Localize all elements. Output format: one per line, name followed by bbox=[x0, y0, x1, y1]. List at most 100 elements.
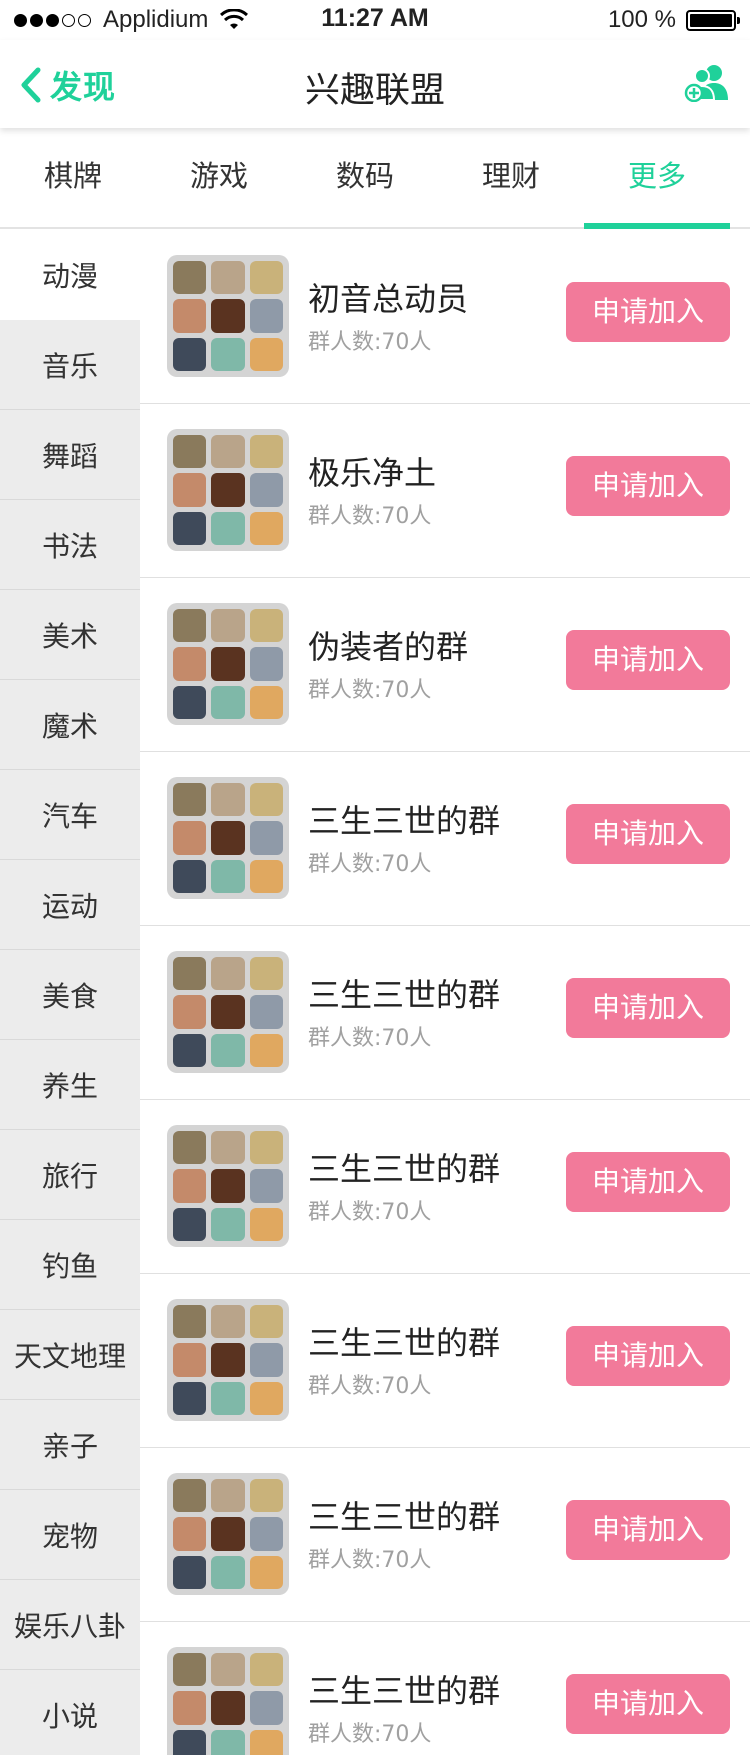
group-name: 三生三世的群 bbox=[308, 802, 501, 840]
join-button[interactable]: 申请加入 bbox=[566, 1326, 730, 1386]
sidebar-item-travel[interactable]: 旅行 bbox=[0, 1130, 140, 1220]
avatar-photo-tile bbox=[249, 1033, 283, 1067]
avatar-photo-tile bbox=[249, 685, 283, 719]
avatar-photo-tile bbox=[173, 261, 207, 295]
sidebar-item-novels[interactable]: 小说 bbox=[0, 1670, 140, 1755]
join-button[interactable]: 申请加入 bbox=[566, 804, 730, 864]
join-button[interactable]: 申请加入 bbox=[566, 282, 730, 342]
add-group-icon[interactable] bbox=[684, 62, 730, 102]
avatar-photo-tile bbox=[211, 1691, 245, 1725]
avatar-photo-tile bbox=[249, 1305, 283, 1339]
avatar-photo-tile bbox=[249, 1479, 283, 1513]
sidebar-item-anime[interactable]: 动漫 bbox=[0, 230, 140, 320]
avatar-photo-tile bbox=[211, 685, 245, 719]
avatar-photo-tile bbox=[211, 1033, 245, 1067]
avatar-photo-tile bbox=[249, 1169, 283, 1203]
avatar-photo-tile bbox=[249, 957, 283, 991]
avatar-photo-tile bbox=[211, 1169, 245, 1203]
list-item[interactable]: 三生三世的群 群人数:70人 申请加入 bbox=[140, 1100, 750, 1274]
list-item[interactable]: 三生三世的群 群人数:70人 申请加入 bbox=[140, 1448, 750, 1622]
page-title: 兴趣联盟 bbox=[304, 71, 445, 111]
group-name: 三生三世的群 bbox=[308, 1672, 501, 1710]
list-item[interactable]: 三生三世的群 群人数:70人 申请加入 bbox=[140, 1274, 750, 1448]
avatar-photo-tile bbox=[249, 1691, 283, 1725]
sidebar-item-pets[interactable]: 宠物 bbox=[0, 1490, 140, 1580]
sidebar-item-astronomy-geography[interactable]: 天文地理 bbox=[0, 1310, 140, 1400]
sidebar-item-parenting[interactable]: 亲子 bbox=[0, 1400, 140, 1490]
sidebar-item-fishing[interactable]: 钓鱼 bbox=[0, 1220, 140, 1310]
group-avatar bbox=[167, 603, 289, 725]
group-name: 初音总动员 bbox=[308, 280, 469, 318]
avatar-photo-tile bbox=[249, 783, 283, 817]
sidebar-item-cars[interactable]: 汽车 bbox=[0, 770, 140, 860]
group-name: 伪装者的群 bbox=[308, 628, 469, 666]
list-item[interactable]: 三生三世的群 群人数:70人 申请加入 bbox=[140, 926, 750, 1100]
sidebar-item-food[interactable]: 美食 bbox=[0, 950, 140, 1040]
avatar-photo-tile bbox=[173, 1343, 207, 1377]
sidebar-item-art[interactable]: 美术 bbox=[0, 590, 140, 680]
avatar-photo-tile bbox=[211, 337, 245, 371]
avatar-photo-tile bbox=[173, 435, 207, 469]
list-item[interactable]: 伪装者的群 群人数:70人 申请加入 bbox=[140, 578, 750, 752]
join-button[interactable]: 申请加入 bbox=[566, 978, 730, 1038]
group-member-count: 群人数:70人 bbox=[308, 1548, 432, 1573]
avatar-photo-tile bbox=[173, 957, 207, 991]
avatar-photo-tile bbox=[249, 1555, 283, 1589]
avatar-photo-tile bbox=[173, 337, 207, 371]
join-button[interactable]: 申请加入 bbox=[566, 456, 730, 516]
avatar-photo-tile bbox=[173, 995, 207, 1029]
group-member-count: 群人数:70人 bbox=[308, 504, 432, 529]
avatar-photo-tile bbox=[211, 995, 245, 1029]
avatar-photo-tile bbox=[211, 261, 245, 295]
sidebar-item-entertainment-gossip[interactable]: 娱乐八卦 bbox=[0, 1580, 140, 1670]
join-button[interactable]: 申请加入 bbox=[566, 1500, 730, 1560]
avatar-photo-tile bbox=[173, 1033, 207, 1067]
join-button[interactable]: 申请加入 bbox=[566, 1674, 730, 1734]
avatar-photo-tile bbox=[249, 473, 283, 507]
group-member-count: 群人数:70人 bbox=[308, 678, 432, 703]
group-member-count: 群人数:70人 bbox=[308, 1374, 432, 1399]
avatar-photo-tile bbox=[173, 1555, 207, 1589]
tab-games[interactable]: 游戏 bbox=[146, 128, 292, 227]
tab-finance[interactable]: 理财 bbox=[438, 128, 584, 227]
avatar-photo-tile bbox=[249, 1381, 283, 1415]
avatar-photo-tile bbox=[249, 1517, 283, 1551]
avatar-photo-tile bbox=[211, 1517, 245, 1551]
sidebar-item-music[interactable]: 音乐 bbox=[0, 320, 140, 410]
tab-more[interactable]: 更多 bbox=[584, 128, 730, 229]
avatar-photo-tile bbox=[211, 821, 245, 855]
avatar-photo-tile bbox=[211, 609, 245, 643]
avatar-photo-tile bbox=[173, 1207, 207, 1241]
list-item[interactable]: 三生三世的群 群人数:70人 申请加入 bbox=[140, 752, 750, 926]
avatar-photo-tile bbox=[249, 1131, 283, 1165]
avatar-photo-tile bbox=[173, 821, 207, 855]
tab-chess[interactable]: 棋牌 bbox=[0, 128, 146, 227]
sidebar-item-calligraphy[interactable]: 书法 bbox=[0, 500, 140, 590]
group-member-count: 群人数:70人 bbox=[308, 1722, 432, 1747]
sidebar-item-wellness[interactable]: 养生 bbox=[0, 1040, 140, 1130]
group-list: 初音总动员 群人数:70人 申请加入 极乐净土 群人数:70人 申请加入 伪装者… bbox=[140, 230, 750, 1755]
category-tab-bar: 棋牌 游戏 数码 理财 更多 bbox=[0, 128, 750, 229]
avatar-photo-tile bbox=[173, 783, 207, 817]
avatar-photo-tile bbox=[249, 1343, 283, 1377]
sidebar-item-sports[interactable]: 运动 bbox=[0, 860, 140, 950]
avatar-photo-tile bbox=[249, 299, 283, 333]
list-item[interactable]: 初音总动员 群人数:70人 申请加入 bbox=[140, 230, 750, 404]
sidebar-item-dance[interactable]: 舞蹈 bbox=[0, 410, 140, 500]
avatar-photo-tile bbox=[249, 1653, 283, 1687]
group-name: 极乐净土 bbox=[308, 454, 437, 492]
sidebar-item-magic[interactable]: 魔术 bbox=[0, 680, 140, 770]
join-button[interactable]: 申请加入 bbox=[566, 1152, 730, 1212]
avatar-photo-tile bbox=[173, 647, 207, 681]
battery-percent: 100 % bbox=[607, 6, 676, 33]
group-member-count: 群人数:70人 bbox=[308, 852, 432, 877]
avatar-photo-tile bbox=[211, 299, 245, 333]
tab-digital[interactable]: 数码 bbox=[292, 128, 438, 227]
group-avatar bbox=[167, 429, 289, 551]
avatar-photo-tile bbox=[211, 1207, 245, 1241]
nav-bar: 发现 兴趣联盟 bbox=[0, 40, 750, 128]
avatar-photo-tile bbox=[173, 299, 207, 333]
list-item[interactable]: 三生三世的群 群人数:70人 申请加入 bbox=[140, 1622, 750, 1755]
list-item[interactable]: 极乐净土 群人数:70人 申请加入 bbox=[140, 404, 750, 578]
join-button[interactable]: 申请加入 bbox=[566, 630, 730, 690]
